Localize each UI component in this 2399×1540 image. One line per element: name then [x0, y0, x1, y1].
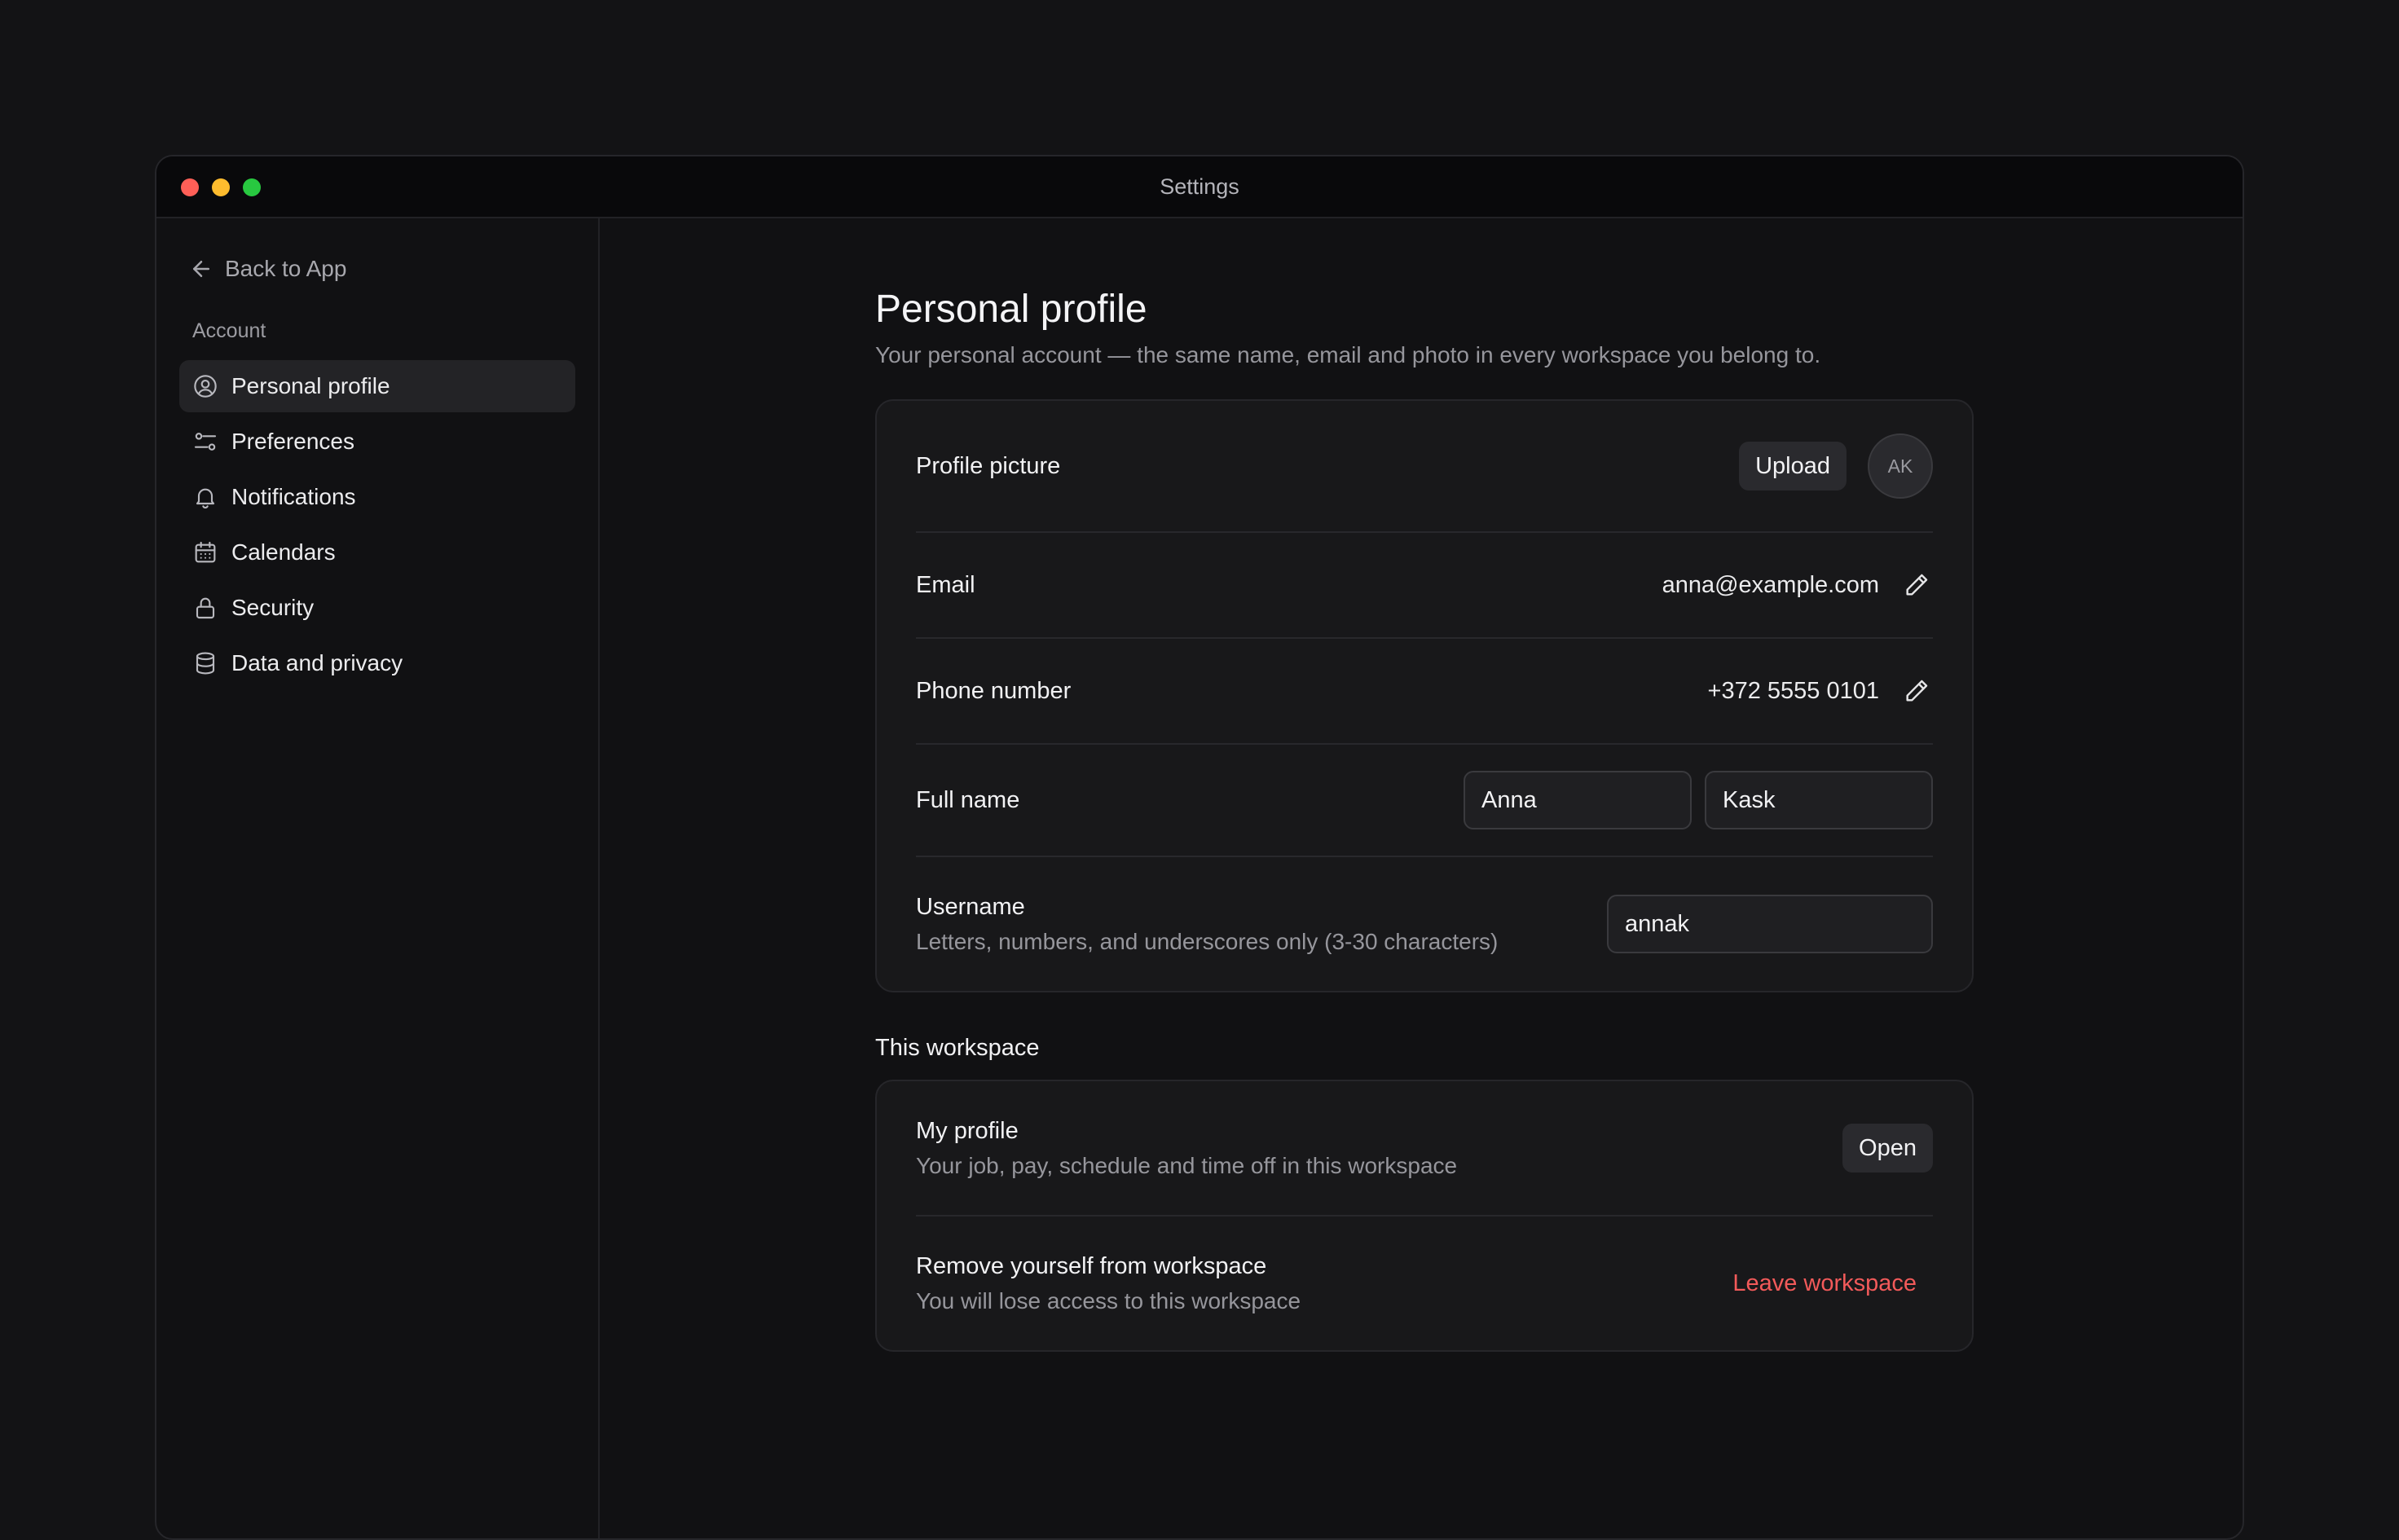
sidebar-item-label: Security	[231, 595, 315, 620]
sidebar-item-preferences[interactable]: Preferences	[179, 416, 575, 468]
sidebar: Back to App Account Personal profile Pre…	[156, 218, 600, 1538]
sidebar-item-data-and-privacy[interactable]: Data and privacy	[179, 637, 575, 689]
sidebar-item-label: Data and privacy	[231, 650, 403, 675]
sidebar-item-security[interactable]: Security	[179, 582, 575, 634]
remove-yourself-description: You will lose access to this workspace	[916, 1287, 1301, 1313]
full-name-label: Full name	[916, 786, 1020, 813]
email-row: Email anna@example.com	[916, 533, 1933, 639]
phone-label: Phone number	[916, 677, 1072, 704]
username-row: Username Letters, numbers, and underscor…	[916, 857, 1933, 991]
page-title: Personal profile	[875, 288, 1147, 331]
last-name-input[interactable]	[1705, 771, 1933, 829]
phone-row: Phone number +372 5555 0101	[916, 639, 1933, 745]
upload-button[interactable]: Upload	[1739, 442, 1847, 491]
sidebar-item-notifications[interactable]: Notifications	[179, 471, 575, 523]
sidebar-item-label: Preferences	[231, 429, 354, 454]
page-subtitle: Your personal account — the same name, e…	[875, 342, 1821, 367]
personal-profile-card: Profile picture Upload AK Email anna@exa…	[875, 399, 1974, 992]
minimize-window-button[interactable]	[212, 178, 230, 196]
sidebar-item-label: Notifications	[231, 484, 356, 509]
calendar-icon	[192, 539, 218, 565]
settings-window: Settings Back to App Account Personal pr…	[155, 155, 2244, 1540]
profile-picture-label: Profile picture	[916, 452, 1061, 479]
sidebar-item-calendars[interactable]: Calendars	[179, 526, 575, 579]
sidebar-item-label: Personal profile	[231, 373, 390, 398]
first-name-input[interactable]	[1464, 771, 1692, 829]
remove-yourself-label: Remove yourself from workspace	[916, 1252, 1267, 1279]
profile-picture-row: Profile picture Upload AK	[916, 401, 1933, 533]
database-icon	[192, 650, 218, 676]
workspace-card: My profile Your job, pay, schedule and t…	[875, 1080, 1974, 1352]
sidebar-item-label: Calendars	[231, 539, 336, 565]
open-my-profile-button[interactable]: Open	[1842, 1124, 1933, 1173]
avatar[interactable]: AK	[1868, 433, 1933, 499]
lock-icon	[192, 595, 218, 621]
back-to-app-link[interactable]: Back to App	[179, 248, 575, 290]
leave-workspace-button[interactable]: Leave workspace	[1716, 1259, 1933, 1308]
username-hint: Letters, numbers, and underscores only (…	[916, 928, 1499, 954]
leave-workspace-row: Remove yourself from workspace You will …	[916, 1217, 1933, 1350]
workspace-section-title: This workspace	[875, 1035, 1040, 1061]
email-value: anna@example.com	[1662, 571, 1879, 598]
window-controls	[181, 178, 261, 196]
back-to-app-label: Back to App	[225, 256, 347, 281]
sidebar-section-account: Account	[192, 319, 266, 342]
full-name-row: Full name	[916, 745, 1933, 857]
main-content: Personal profile Your personal account —…	[600, 218, 2243, 1538]
window-title: Settings	[1160, 174, 1239, 199]
sidebar-item-personal-profile[interactable]: Personal profile	[179, 360, 575, 412]
email-label: Email	[916, 571, 975, 598]
maximize-window-button[interactable]	[243, 178, 261, 196]
close-window-button[interactable]	[181, 178, 199, 196]
user-circle-icon	[192, 373, 218, 399]
sliders-icon	[192, 429, 218, 455]
my-profile-label: My profile	[916, 1117, 1019, 1144]
username-input[interactable]	[1607, 895, 1933, 953]
my-profile-description: Your job, pay, schedule and time off in …	[916, 1152, 1458, 1178]
bell-icon	[192, 484, 218, 510]
sidebar-nav: Personal profile Preferences Notificatio…	[179, 360, 575, 689]
phone-value: +372 5555 0101	[1707, 677, 1879, 704]
edit-phone-icon[interactable]	[1900, 675, 1933, 707]
edit-email-icon[interactable]	[1900, 569, 1933, 601]
username-label: Username	[916, 893, 1025, 920]
arrow-left-icon	[189, 257, 213, 281]
title-bar: Settings	[156, 156, 2243, 218]
my-profile-row: My profile Your job, pay, schedule and t…	[916, 1081, 1933, 1217]
